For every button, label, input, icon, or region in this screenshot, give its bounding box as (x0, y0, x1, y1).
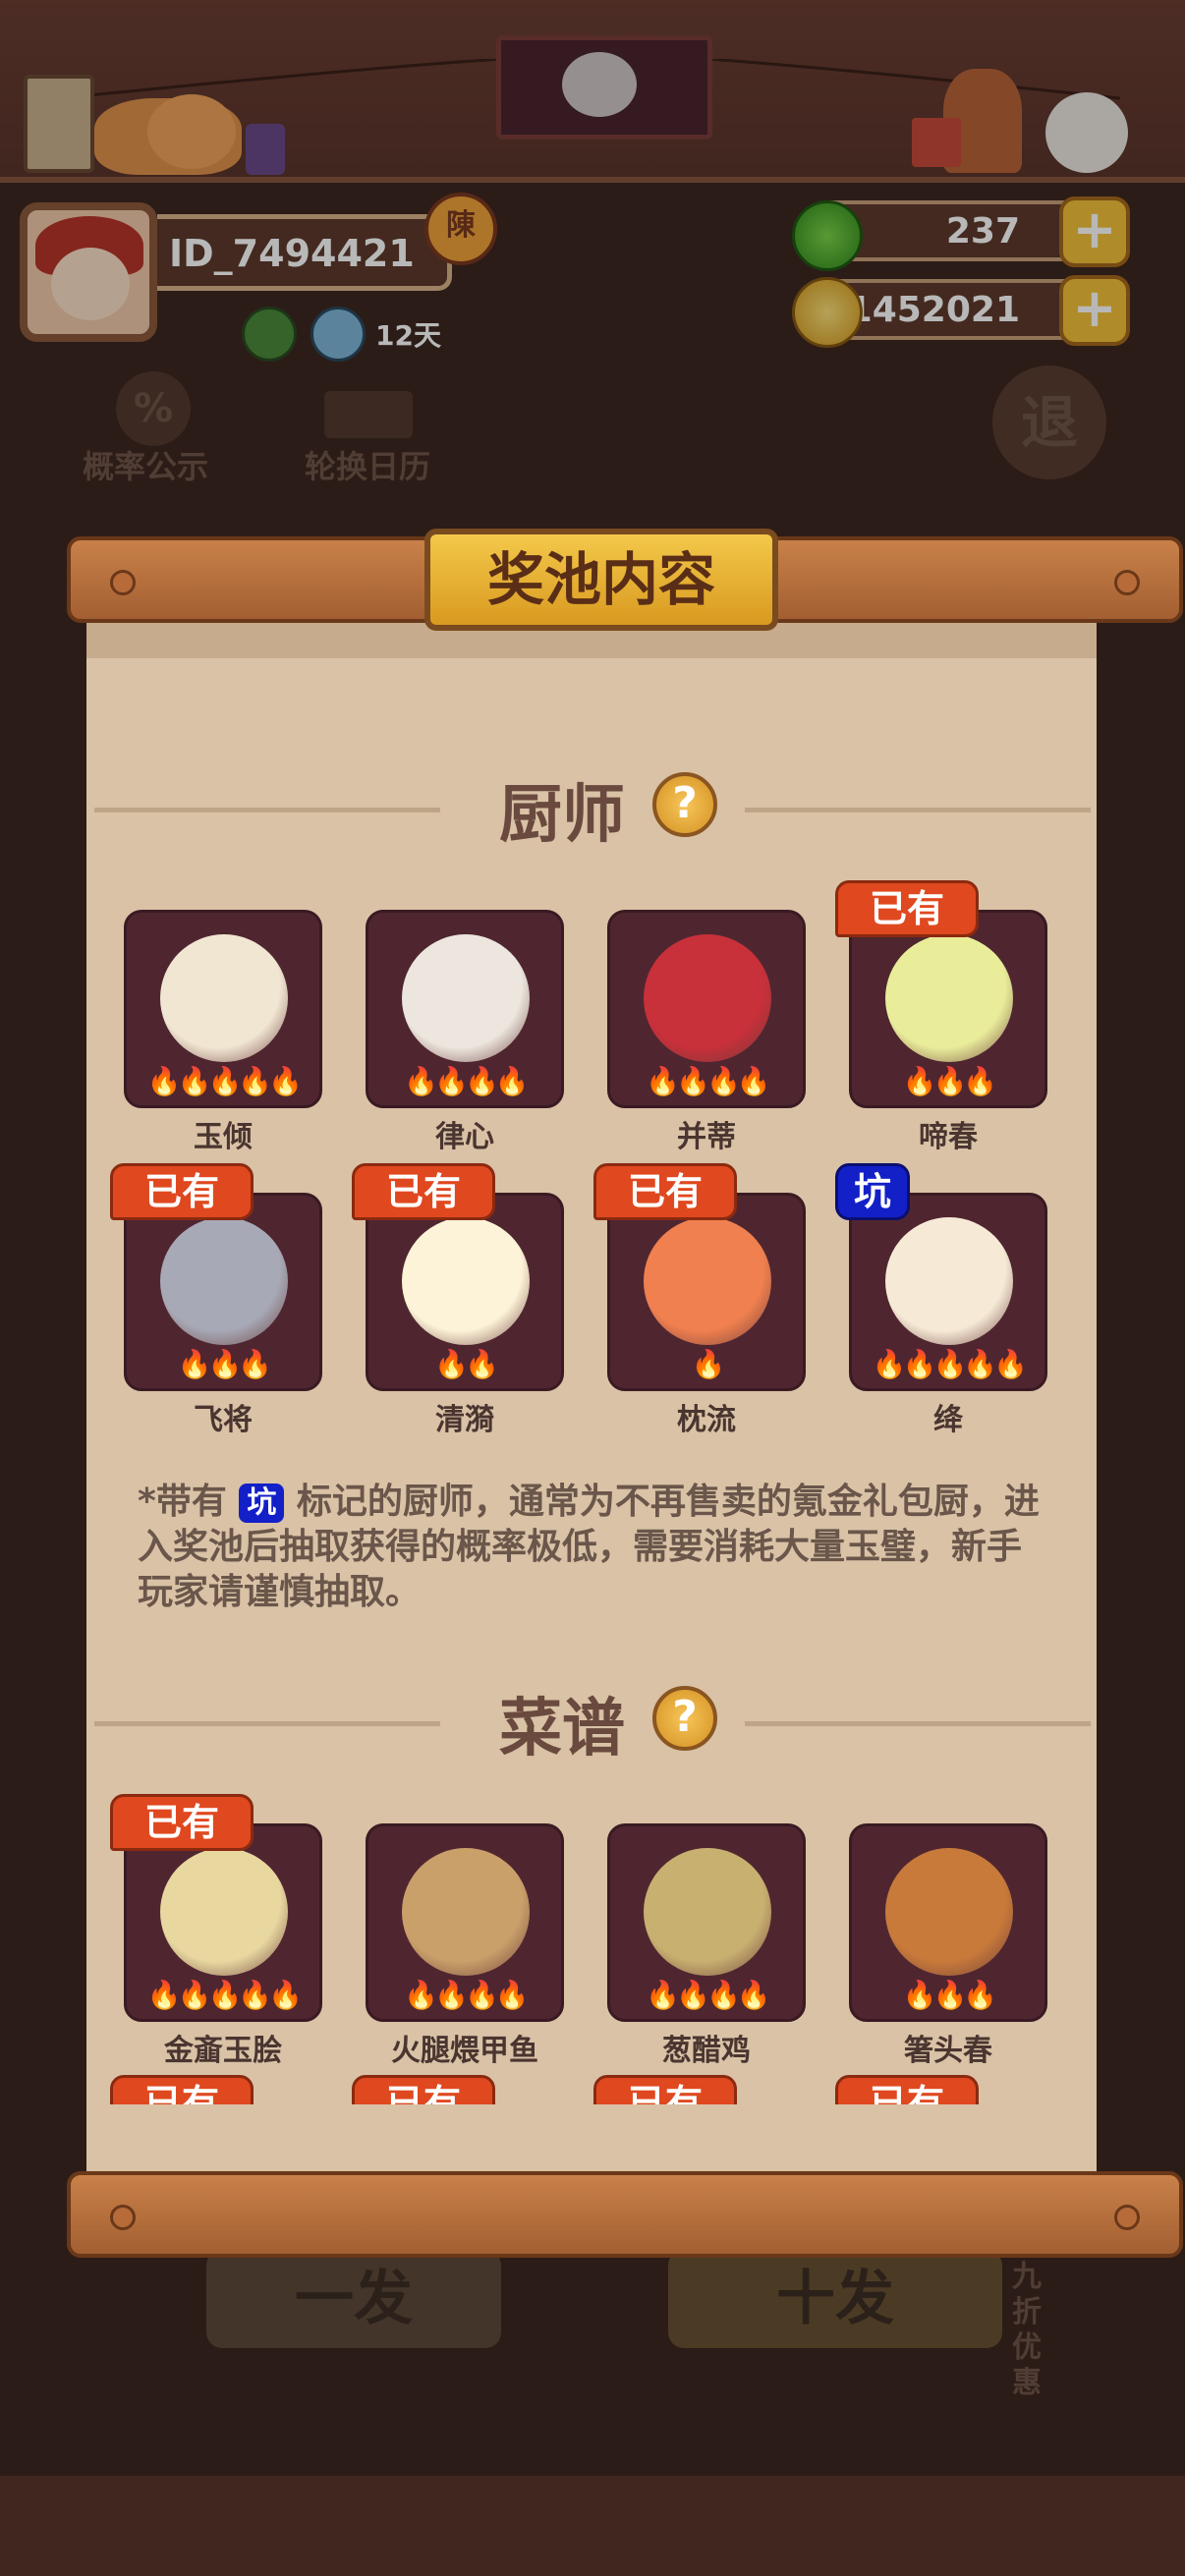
pit-badge: 坑 (835, 1163, 910, 1220)
item-name: 绛 (933, 1403, 963, 1437)
nail-icon (1114, 570, 1140, 595)
item-portrait (402, 1848, 530, 1976)
rarity-flame-icons: 🔥🔥🔥🔥 (404, 1065, 529, 1097)
item-card[interactable]: 🔥 (607, 1193, 806, 1391)
partial-row-clip: 已有 已有 已有 已有 (86, 2075, 1097, 2104)
nail-icon (110, 2205, 136, 2230)
item-portrait (644, 1848, 771, 1976)
rarity-flame-icons: 🔥🔥🔥🔥 (646, 1065, 770, 1097)
item-name: 啼春 (919, 1120, 978, 1154)
item-name: 箸头春 (904, 2034, 992, 2068)
item-name: 火腿煨甲鱼 (391, 2034, 538, 2068)
item-card[interactable]: 🔥🔥🔥 (849, 910, 1047, 1108)
owned-badge: 已有 (110, 1794, 254, 1851)
item-name: 枕流 (677, 1403, 736, 1437)
rarity-flame-icons: 🔥 (691, 1348, 726, 1380)
item-name: 金齑玉脍 (164, 2034, 282, 2068)
recipe-help-icon[interactable]: ? (652, 1686, 717, 1751)
item-name: 葱醋鸡 (662, 2034, 751, 2068)
item-portrait (402, 1217, 530, 1345)
rarity-flame-icons: 🔥🔥🔥 (902, 1065, 998, 1097)
rarity-flame-icons: 🔥🔥🔥🔥🔥 (146, 1979, 303, 2011)
nail-icon (110, 570, 136, 595)
rarity-flame-icons: 🔥🔥 (434, 1348, 499, 1380)
owned-badge: 已有 (593, 2075, 738, 2104)
note-prefix: *带有 (138, 1482, 227, 1522)
item-card[interactable]: 🔥🔥🔥 (124, 1193, 322, 1391)
section-divider (745, 1721, 1091, 1726)
rarity-flame-icons: 🔥🔥🔥 (177, 1348, 273, 1380)
item-portrait (160, 1848, 288, 1976)
owned-badge: 已有 (352, 1163, 496, 1220)
item-card[interactable]: 🔥🔥🔥 (849, 1823, 1047, 2022)
nail-icon (1114, 2205, 1140, 2230)
item-portrait (885, 934, 1013, 1062)
item-card[interactable]: 🔥🔥 (366, 1193, 564, 1391)
modal-title: 奖池内容 (424, 529, 778, 631)
rarity-flame-icons: 🔥🔥🔥🔥 (646, 1979, 770, 2011)
item-portrait (160, 934, 288, 1062)
item-card[interactable]: 🔥🔥🔥🔥🔥 (849, 1193, 1047, 1391)
owned-badge: 已有 (593, 1163, 738, 1220)
item-name: 清漪 (435, 1403, 494, 1437)
item-card[interactable]: 🔥🔥🔥🔥🔥 (124, 1823, 322, 2022)
item-name: 飞将 (194, 1403, 253, 1437)
item-card[interactable]: 🔥🔥🔥🔥 (607, 1823, 806, 2022)
owned-badge: 已有 (835, 2075, 980, 2104)
rarity-flame-icons: 🔥🔥🔥🔥🔥 (146, 1065, 303, 1097)
item-name: 玉倾 (194, 1120, 253, 1154)
section-divider (94, 808, 440, 812)
section-divider (745, 808, 1091, 812)
recipe-section-title: 菜谱 (499, 1693, 625, 1765)
chef-help-icon[interactable]: ? (652, 772, 717, 837)
section-divider (94, 1721, 440, 1726)
chef-section-title: 厨师 (499, 779, 625, 852)
item-portrait (885, 1217, 1013, 1345)
bottom-plank (67, 2171, 1183, 2258)
item-card[interactable]: 🔥🔥🔥🔥 (607, 910, 806, 1108)
pit-note: *带有 坑 标记的厨师，通常为不再售卖的氪金礼包厨，进入奖池后抽取获得的概率极低… (138, 1480, 1051, 1615)
owned-badge: 已有 (835, 880, 980, 937)
owned-badge: 已有 (352, 2075, 496, 2104)
rarity-flame-icons: 🔥🔥🔥🔥🔥 (872, 1348, 1028, 1380)
item-portrait (160, 1217, 288, 1345)
rarity-flame-icons: 🔥🔥🔥🔥 (404, 1979, 529, 2011)
pit-inline-tag: 坑 (239, 1484, 285, 1523)
item-portrait (644, 1217, 771, 1345)
owned-badge: 已有 (110, 1163, 254, 1220)
item-portrait (644, 934, 771, 1062)
item-card[interactable]: 🔥🔥🔥🔥 (366, 1823, 564, 2022)
item-portrait (402, 934, 530, 1062)
rarity-flame-icons: 🔥🔥🔥 (902, 1979, 998, 2011)
owned-badge: 已有 (110, 2075, 254, 2104)
item-name: 律心 (435, 1120, 494, 1154)
item-card[interactable]: 🔥🔥🔥🔥🔥 (124, 910, 322, 1108)
item-card[interactable]: 🔥🔥🔥🔥 (366, 910, 564, 1108)
item-portrait (885, 1848, 1013, 1976)
item-name: 并蒂 (677, 1120, 736, 1154)
